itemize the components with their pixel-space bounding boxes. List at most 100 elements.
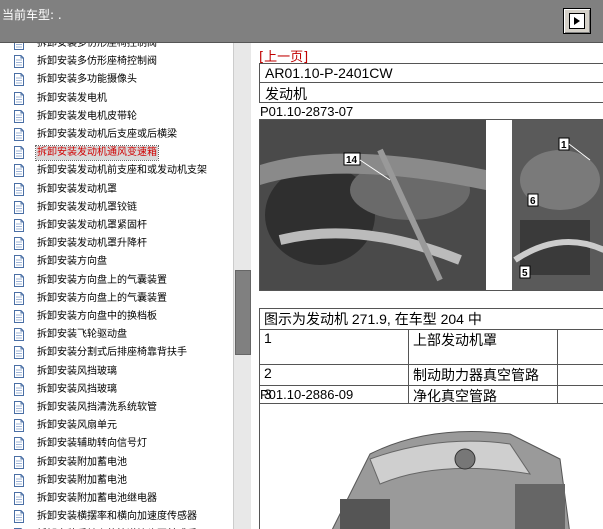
tree-item[interactable]: 拆卸安装多仿形座椅控制阀	[14, 43, 233, 53]
nav-toggle-button[interactable]	[563, 8, 591, 34]
document-icon	[14, 237, 24, 251]
document-icon	[14, 55, 24, 69]
tree-item-label: 拆卸安装风扇单元	[37, 420, 117, 432]
tree-item[interactable]: 拆卸安装风挡玻璃	[14, 363, 233, 381]
tree-item[interactable]: 拆卸安装发动机通风变速箱	[14, 144, 233, 162]
tree-item[interactable]: 拆卸安装多仿形座椅控制阀	[14, 53, 233, 71]
legend-number: 2	[259, 364, 409, 386]
tree-item[interactable]: 拆卸安装发动机罩升降杆	[14, 235, 233, 253]
figure-caption: 图示为发动机 271.9, 在车型 204 中	[259, 308, 603, 330]
scrollbar-thumb[interactable]	[235, 270, 251, 355]
tree-item-label: 拆卸安装方向盘中的换档板	[37, 311, 157, 322]
document-icon	[14, 219, 24, 232]
engine-bay-photo: 14 1 6 5	[260, 120, 603, 290]
document-icon	[14, 455, 24, 469]
document-icon	[14, 382, 24, 396]
tree-scrollbar[interactable]	[233, 43, 251, 529]
tree-item[interactable]: 拆卸安装分割式后排座椅靠背扶手	[14, 344, 233, 362]
tree-item-label: 拆卸安装附加蓄电池	[37, 456, 127, 468]
tree-item[interactable]: 拆卸安装附加蓄电池	[14, 454, 233, 472]
tree-item-label: 拆卸安装风挡清洗系统软管	[37, 402, 157, 413]
callout-label: 6	[530, 196, 536, 207]
topic-tree: 拆卸安装多仿形座椅控制阀 拆卸安装多仿形座椅控制阀 拆卸安装多功能摄像头 拆卸安装发电…	[0, 43, 233, 529]
tree-item[interactable]: 拆卸安装发动机罩	[14, 181, 233, 199]
callout-label: 1	[561, 140, 567, 151]
engine-photo-figure: 14 1 6 5	[259, 119, 603, 291]
tree-item-label: 拆卸安装风挡玻璃	[37, 383, 117, 395]
document-icon	[14, 291, 24, 305]
tree-item[interactable]: 拆卸安装附加蓄电池继电器	[14, 490, 233, 508]
tree-item[interactable]: 拆卸安装飞轮驱动盘	[14, 326, 233, 344]
document-code-cell: AR01.10-P-2401CW	[259, 63, 603, 84]
document-icon	[14, 109, 24, 123]
document-icon	[14, 473, 24, 487]
section-cell: 发动机	[259, 82, 603, 103]
document-icon	[14, 91, 24, 105]
callout-label: 5	[522, 268, 528, 279]
tree-item-label: 拆卸安装方向盘	[37, 256, 107, 268]
tree-item[interactable]: 拆卸安装发动机罩紧固杆	[14, 217, 233, 235]
tree-item-label: 拆卸安装发动机罩	[37, 183, 117, 195]
document-icon	[14, 364, 24, 378]
tree-item[interactable]: 拆卸安装风挡清洗系统软管	[14, 399, 233, 417]
tree-item-label: 拆卸安装发电机	[37, 92, 107, 104]
tree-item-label: 拆卸安装发动机罩升降杆	[37, 238, 147, 250]
document-icon	[14, 328, 24, 342]
tree-item[interactable]: 拆卸安装方向盘中的换档板	[14, 308, 233, 326]
document-icon	[14, 200, 24, 214]
tree-item[interactable]: 拆卸安装风扇单元	[14, 417, 233, 435]
tree-item-label: 拆卸安装多仿形座椅控制阀	[37, 56, 157, 68]
tree-item-label: 拆卸安装横摆率和横向加速度传感器	[37, 511, 197, 523]
document-icon	[14, 492, 24, 505]
legend-description: 上部发动机罩	[408, 329, 558, 365]
top-toolbar: 当前车型: .	[0, 0, 603, 43]
tree-item[interactable]: 拆卸安装发电机	[14, 90, 233, 108]
tree-item-label: 拆卸安装多仿形座椅控制阀	[37, 43, 157, 49]
legend-number: 1	[259, 329, 409, 365]
tree-item[interactable]: 拆卸安装辅助转向信号灯	[14, 435, 233, 453]
document-icon	[14, 255, 24, 269]
tree-item-label: 拆卸安装发动机罩铰链	[37, 201, 137, 213]
document-icon	[14, 346, 24, 360]
tree-item-label: 拆卸安装风挡玻璃	[37, 365, 117, 377]
document-icon	[14, 128, 24, 141]
tree-item-label: 拆卸安装发动机后支座或后横梁	[37, 129, 177, 140]
tree-item[interactable]: 拆卸安装附加蓄电池	[14, 472, 233, 490]
legend-description: 制动助力器真空管路	[408, 364, 558, 386]
figure1-code: P01.10-2873-07	[260, 104, 354, 119]
figure2-code: P01.10-2886-09	[260, 387, 354, 402]
tree-item[interactable]: 拆卸安装横摆率和横向加速度传感器	[14, 508, 233, 526]
document-icon	[14, 43, 24, 50]
document-icon	[14, 437, 24, 451]
document-icon	[14, 401, 24, 414]
tree-item-label: 拆卸安装发电机皮带轮	[37, 110, 137, 122]
document-icon	[14, 73, 24, 87]
document-pane: [上一页] AR01.10-P-2401CW 发动机 P01.10-2873-0…	[256, 43, 603, 529]
tree-item-label: 拆卸安装附加蓄电池	[37, 474, 127, 486]
tree-item[interactable]: 拆卸安装发动机罩铰链	[14, 199, 233, 217]
tree-item-label: 拆卸安装方向盘上的气囊装置	[37, 292, 167, 304]
tree-item[interactable]: 拆卸安装发电机皮带轮	[14, 108, 233, 126]
tree-item[interactable]: 拆卸安装方向盘上的气囊装置	[14, 290, 233, 308]
tree-item[interactable]: 拆卸安装方向盘	[14, 253, 233, 271]
tree-item[interactable]: 拆卸安装风挡玻璃	[14, 381, 233, 399]
tree-item[interactable]: 拆卸安装多功能摄像头	[14, 71, 233, 89]
tree-item[interactable]: 拆卸安装发动机前支座和或发动机支架	[14, 162, 233, 180]
document-icon	[14, 146, 24, 160]
tree-item[interactable]: 拆卸安装方向盘上的气囊装置	[14, 272, 233, 290]
tree-item-label: 拆卸安装辅助转向信号灯	[37, 438, 147, 450]
document-icon	[14, 510, 24, 524]
current-car-model-label: 当前车型: .	[2, 8, 62, 22]
document-code: AR01.10-P-2401CW	[265, 65, 393, 81]
tree-item-label: 拆卸安装飞轮驱动盘	[37, 329, 127, 341]
tree-item-label: 拆卸安装方向盘上的气囊装置	[37, 274, 167, 286]
tree-item-label: 拆卸安装发动机罩紧固杆	[37, 220, 147, 231]
document-icon	[14, 182, 24, 196]
tree-item-label: 拆卸安装分割式后排座椅靠背扶手	[37, 347, 187, 359]
tree-item[interactable]: 拆卸安装发动机后支座或后横梁	[14, 126, 233, 144]
tree-item-label: 拆卸安装发动机前支座和或发动机支架	[37, 165, 207, 177]
tree-item-label: 拆卸安装附加蓄电池继电器	[37, 493, 157, 504]
section-title: 发动机	[265, 86, 307, 102]
engine-illustration	[260, 404, 603, 529]
document-icon	[14, 273, 24, 287]
